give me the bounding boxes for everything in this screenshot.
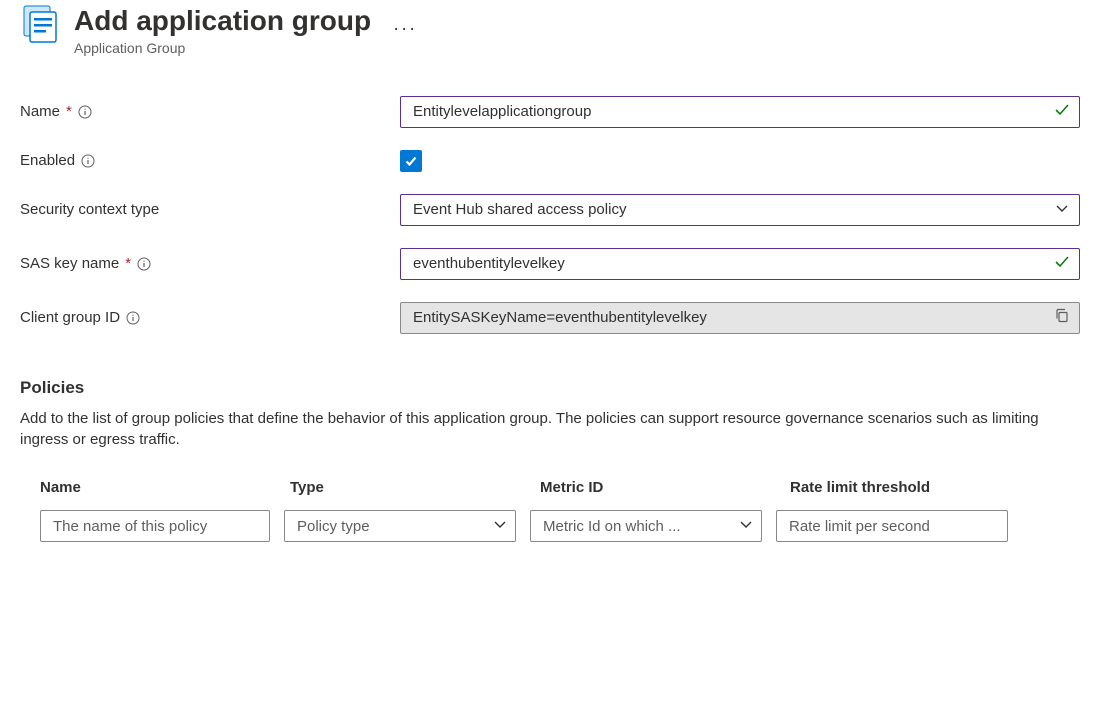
policies-section-title: Policies <box>20 378 1096 398</box>
info-icon[interactable] <box>126 311 140 325</box>
security-context-label: Security context type <box>20 201 159 218</box>
required-indicator: * <box>125 255 131 272</box>
page-title: Add application group <box>74 4 371 38</box>
application-group-form: Name * Enabled Security conte <box>20 96 1096 334</box>
sas-key-label: SAS key name <box>20 255 119 272</box>
security-context-select[interactable]: Event Hub shared access policy <box>400 194 1080 226</box>
name-label: Name <box>20 103 60 120</box>
client-group-id-label: Client group ID <box>20 309 120 326</box>
info-icon[interactable] <box>78 105 92 119</box>
check-icon <box>1054 253 1070 274</box>
copy-icon[interactable] <box>1054 307 1070 328</box>
required-indicator: * <box>66 103 72 120</box>
info-icon[interactable] <box>137 257 151 271</box>
info-icon[interactable] <box>81 154 95 168</box>
more-actions-button[interactable]: ··· <box>393 18 417 39</box>
name-input[interactable] <box>400 96 1080 128</box>
chevron-down-icon <box>1055 201 1069 219</box>
policies-column-rate: Rate limit threshold <box>790 479 1040 496</box>
client-group-id-field <box>400 302 1080 334</box>
policy-rate-input[interactable]: Rate limit per second <box>776 510 1008 542</box>
chevron-down-icon <box>493 517 507 535</box>
policies-column-type: Type <box>290 479 540 496</box>
enabled-label: Enabled <box>20 152 75 169</box>
chevron-down-icon <box>739 517 753 535</box>
page-header: Add application group Application Group … <box>20 0 1096 56</box>
app-group-icon <box>20 4 60 44</box>
policies-column-name: Name <box>40 479 290 496</box>
policy-metric-select[interactable]: Metric Id on which ... <box>530 510 762 542</box>
policies-table: Name Type Metric ID Rate limit threshold… <box>20 479 1040 542</box>
policy-type-select[interactable]: Policy type <box>284 510 516 542</box>
sas-key-input[interactable] <box>400 248 1080 280</box>
policies-column-metric: Metric ID <box>540 479 790 496</box>
policies-section-description: Add to the list of group policies that d… <box>20 408 1060 452</box>
policy-row: The name of this policy Policy type Metr… <box>40 510 1040 542</box>
check-icon <box>1054 101 1070 122</box>
policy-name-input[interactable]: The name of this policy <box>40 510 270 542</box>
page-subtitle: Application Group <box>74 40 371 56</box>
enabled-checkbox[interactable] <box>400 150 422 172</box>
